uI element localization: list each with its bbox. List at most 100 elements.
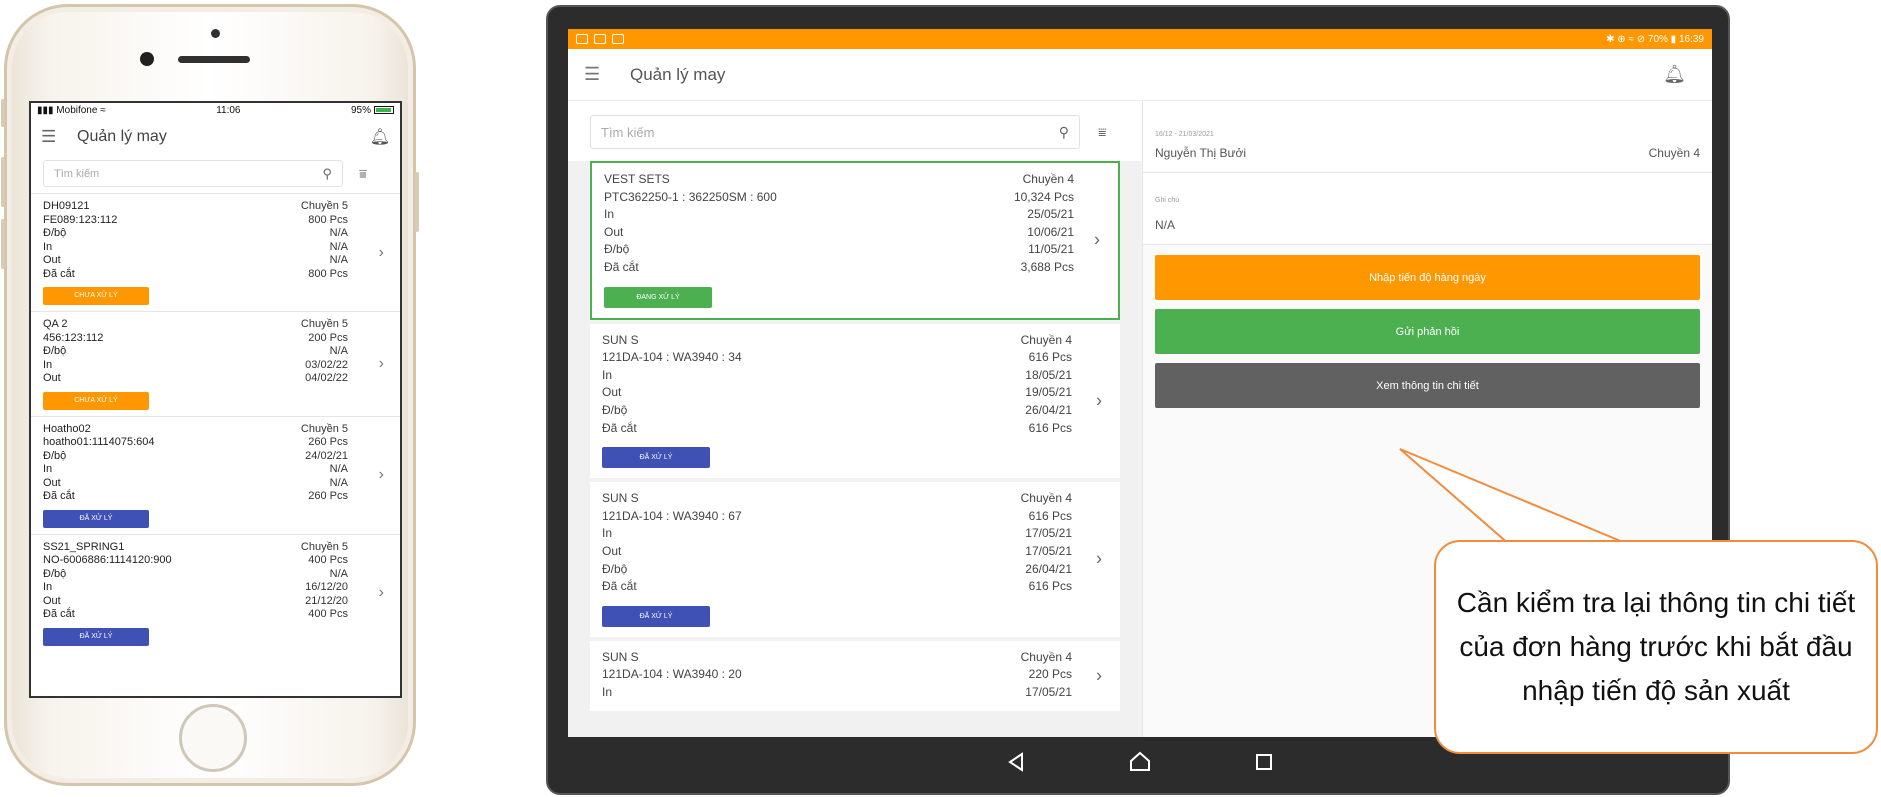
order-field-row: Đ/bộ N/A: [43, 227, 348, 241]
status-badge: ĐÃ XỬ LÝ: [602, 447, 710, 469]
filter-icon[interactable]: ⩸: [1098, 124, 1107, 141]
date-range: 16/12 - 21/03/2021: [1155, 131, 1214, 138]
order-field-row: SS21_SPRING1 Chuyền 5: [43, 541, 348, 555]
chevron-right-icon[interactable]: ›: [379, 355, 384, 373]
order-card[interactable]: Hoatho02 Chuyền 5 hoatho01:1114075:604 260 …: [31, 415, 400, 534]
order-field-row: Out N/A: [43, 477, 348, 491]
field-label: Đ/bộ: [43, 227, 67, 239]
assignee-row: Nguyễn Thị Bưởi Chuyền 4: [1155, 146, 1700, 160]
field-label: QA 2: [43, 318, 68, 330]
chevron-right-icon[interactable]: ›: [1096, 549, 1102, 570]
field-label: 121DA-104 : WA3940 : 34: [602, 350, 742, 365]
field-value: 260 Pcs: [308, 490, 348, 502]
field-value: 400 Pcs: [308, 554, 348, 566]
view-details-button[interactable]: Xem thông tin chi tiết: [1155, 363, 1700, 408]
field-value: N/A: [329, 345, 348, 357]
order-field-row: Out 21/12/20: [43, 595, 348, 609]
status-badge: ĐÃ XỬ LÝ: [602, 605, 710, 627]
back-icon[interactable]: [1004, 750, 1028, 774]
order-field-row: In 18/05/21: [602, 367, 1072, 385]
field-label: Out: [604, 224, 624, 239]
field-label: Out: [602, 543, 622, 558]
field-label: PTC362250-1 : 362250SM : 600: [604, 189, 777, 204]
phone-device: ▮▮▮ Mobifone ≈ 11:06 95% ☰ Quản lý may 🔔…: [1, 4, 419, 786]
order-field-row: Đã cắt 3,688 Pcs: [604, 259, 1074, 277]
order-field-row: Hoatho02 Chuyền 5: [43, 423, 348, 437]
order-field-row: Đ/bộ 26/04/21: [602, 402, 1072, 420]
order-field-row: Out N/A: [43, 254, 348, 268]
order-card[interactable]: SUN S Chuyền 4 121DA-104 : WA3940 : 67 616 …: [590, 482, 1120, 637]
order-field-row: Đ/bộ 24/02/21: [43, 450, 348, 464]
youtube-icon: [594, 33, 606, 44]
order-field-row: FE089:123:112 800 Pcs: [43, 214, 348, 228]
search-input[interactable]: Tìm kiếm ⚲: [43, 160, 343, 187]
field-label: In: [43, 581, 53, 593]
field-label: In: [604, 207, 615, 222]
order-field-row: In N/A: [43, 241, 348, 255]
order-field-row: 456:123:112 200 Pcs: [43, 332, 348, 346]
filter-icon[interactable]: ⩸: [359, 166, 367, 182]
chevron-right-icon[interactable]: ›: [1094, 230, 1100, 251]
order-card[interactable]: SS21_SPRING1 Chuyền 5 NO-6006886:1114120:9…: [31, 533, 400, 652]
field-label: FE089:123:112: [43, 213, 118, 226]
order-field-row: Đ/bộ 26/04/21: [602, 561, 1072, 579]
search-input[interactable]: Tìm kiếm ⚲: [590, 115, 1080, 149]
chevron-right-icon[interactable]: ›: [379, 466, 384, 484]
order-card[interactable]: SUN S Chuyền 4 121DA-104 : WA3940 : 34 616 …: [590, 323, 1120, 479]
order-field-row: Đ/bộ N/A: [43, 345, 348, 359]
battery-icon: [374, 106, 394, 115]
phone-volume-up: [1, 157, 5, 207]
field-value: 616 Pcs: [1028, 350, 1072, 365]
chevron-right-icon[interactable]: ›: [1096, 390, 1102, 411]
field-label: Đ/bộ: [604, 242, 630, 257]
order-card[interactable]: VEST SETS Chuyền 4 PTC362250-1 : 362250SM …: [590, 161, 1120, 320]
order-card[interactable]: QA 2 Chuyền 5 456:123:112 200 Pcs Đ/bộ N/A In 0…: [31, 311, 400, 416]
order-field-row: In 16/12/20: [43, 581, 348, 595]
bell-icon[interactable]: 🔔︎: [1663, 64, 1686, 85]
order-field-row: SUN S Chuyền 4: [602, 332, 1072, 350]
order-field-row: In N/A: [43, 463, 348, 477]
field-label: Đã cắt: [43, 490, 75, 502]
menu-icon[interactable]: ☰: [584, 64, 630, 85]
order-field-row: QA 2 Chuyền 5: [43, 318, 348, 332]
field-value: N/A: [329, 476, 348, 489]
field-label: Đ/bộ: [43, 345, 67, 357]
field-label: Out: [43, 372, 61, 384]
chevron-right-icon[interactable]: ›: [1096, 666, 1102, 687]
field-value: 11/05/21: [1028, 242, 1074, 257]
bell-icon[interactable]: 🔔︎: [370, 127, 390, 147]
field-label: hoatho01:1114075:604: [43, 436, 155, 448]
home-icon[interactable]: [1128, 750, 1152, 774]
field-label: Đã cắt: [43, 608, 75, 620]
chevron-right-icon[interactable]: ›: [379, 244, 384, 262]
chevron-right-icon[interactable]: ›: [379, 584, 384, 602]
order-card[interactable]: DH09121 Chuyền 5 FE089:123:112 800 Pcs Đ/bộ N…: [31, 193, 400, 311]
search-icon[interactable]: ⚲: [322, 166, 332, 182]
app-title: Quản lý may: [77, 128, 167, 145]
field-value: Chuyền 5: [300, 422, 348, 435]
field-value: 616 Pcs: [1028, 420, 1072, 435]
field-label: Out: [43, 594, 61, 607]
field-value: 26/04/21: [1025, 561, 1072, 576]
notification-icon: [576, 33, 588, 44]
field-label: Đ/bộ: [43, 449, 67, 462]
send-feedback-button[interactable]: Gửi phản hồi: [1155, 309, 1700, 354]
search-icon[interactable]: ⚲: [1059, 124, 1069, 141]
order-card[interactable]: SUN S Chuyền 4 121DA-104 : WA3940 : 20 220 …: [590, 640, 1120, 712]
tablet-app-bar: ☰ Quản lý may 🔔︎: [568, 49, 1712, 101]
phone-home-button[interactable]: [179, 704, 247, 772]
field-value: N/A: [329, 463, 348, 475]
enter-daily-progress-button[interactable]: Nhập tiến độ hàng ngày: [1155, 255, 1700, 300]
menu-icon[interactable]: ☰: [41, 127, 77, 147]
tablet-order-list: VEST SETS Chuyền 4 PTC362250-1 : 362250SM …: [568, 161, 1142, 712]
field-label: In: [602, 684, 613, 699]
field-value: 800 Pcs: [308, 213, 348, 226]
field-label: In: [43, 463, 53, 475]
order-field-row: Out 17/05/21: [602, 543, 1072, 561]
field-label: Đã cắt: [604, 259, 639, 274]
callout-text: Cần kiểm tra lại thông tin chi tiết của …: [1456, 587, 1856, 706]
status-badge: ĐÃ XỬ LÝ: [43, 627, 149, 646]
field-value: 10,324 Pcs: [1013, 189, 1074, 204]
field-value: 616 Pcs: [1028, 508, 1072, 523]
recents-icon[interactable]: [1252, 750, 1276, 774]
